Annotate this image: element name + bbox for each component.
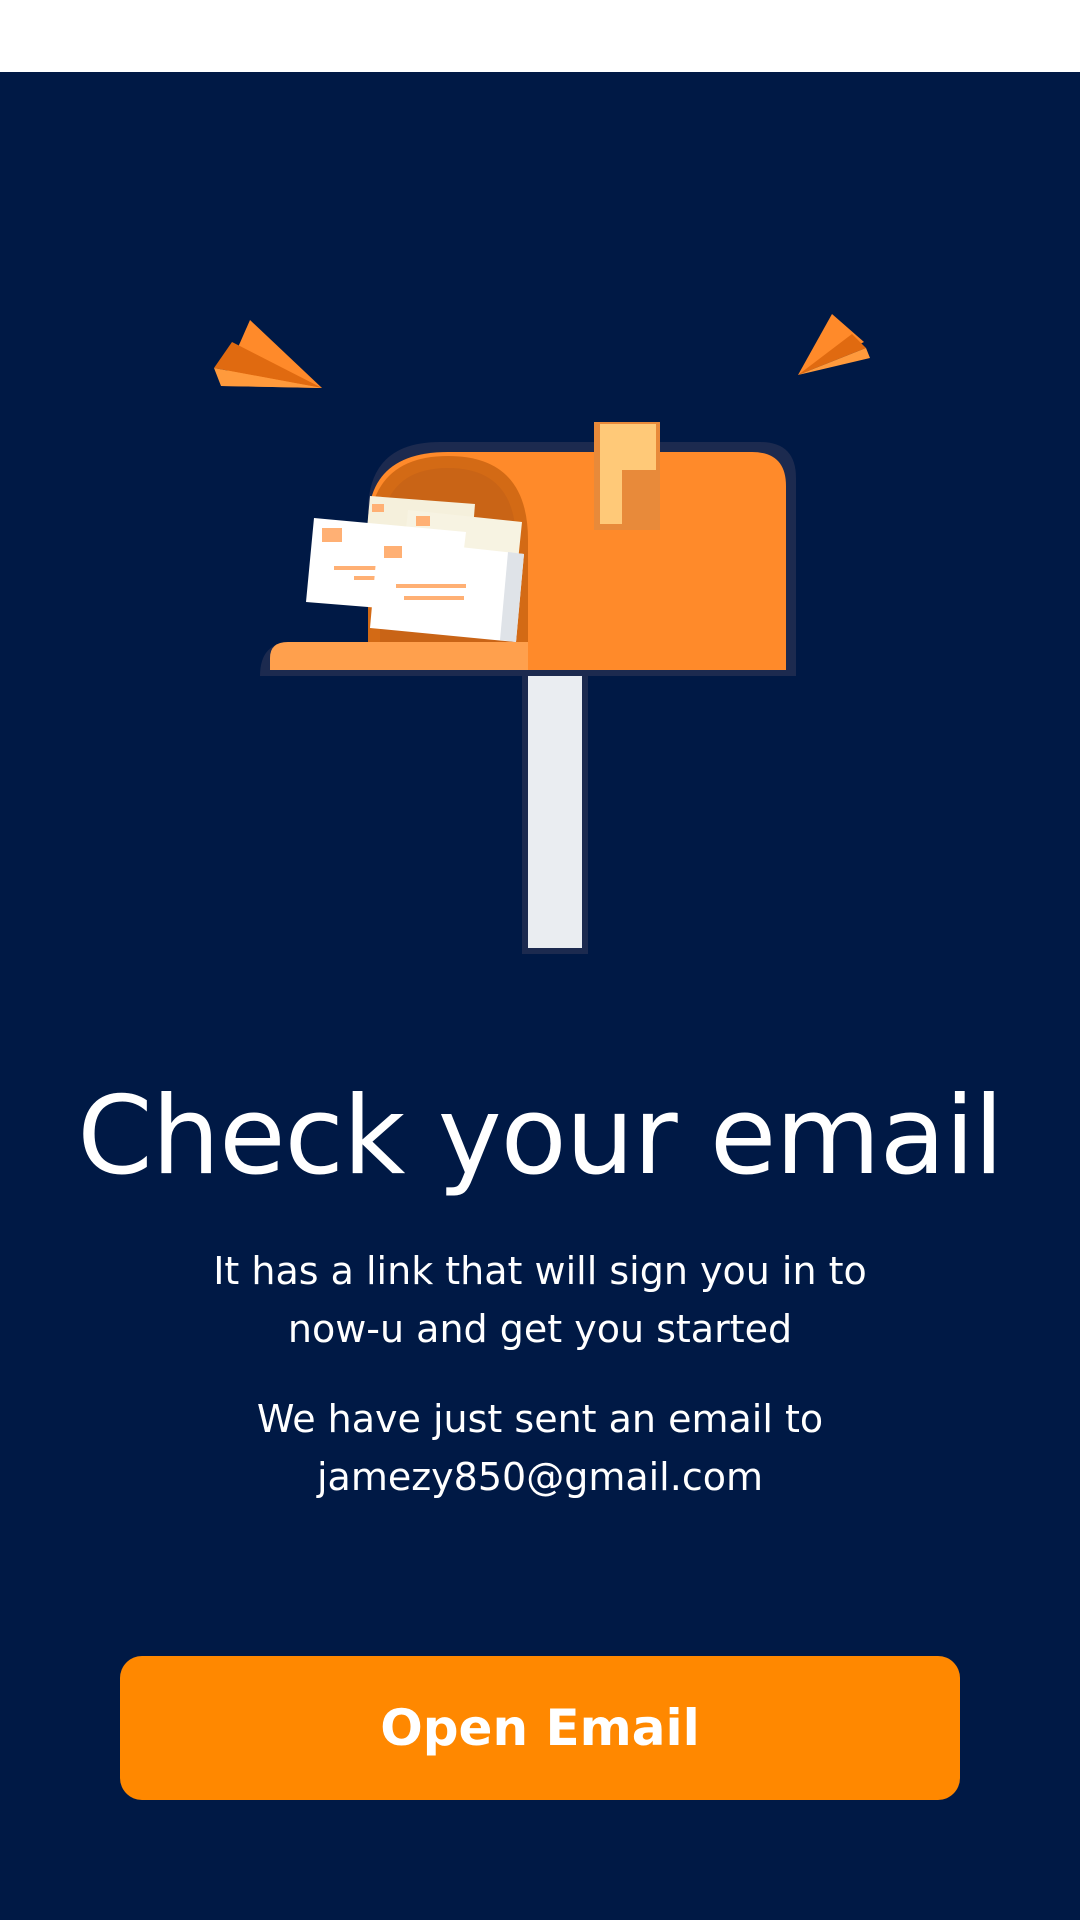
- sent-to-text: We have just sent an email to jamezy850@…: [140, 1390, 940, 1506]
- instruction-text: It has a link that will sign you in to n…: [140, 1242, 940, 1358]
- mailbox-illustration: [214, 314, 870, 954]
- email-address: jamezy850@gmail.com: [317, 1455, 763, 1499]
- open-email-button[interactable]: Open Email: [120, 1656, 960, 1800]
- page-title: Check your email: [77, 1074, 1004, 1199]
- instruction-line: now-u and get you started: [287, 1307, 793, 1351]
- paper-plane-icon: [798, 314, 870, 375]
- mailbox-flag: [594, 422, 660, 530]
- status-bar: [0, 0, 1080, 72]
- sent-to-label: We have just sent an email to: [256, 1397, 824, 1441]
- instruction-line: It has a link that will sign you in to: [213, 1249, 867, 1293]
- paper-plane-icon: [214, 320, 322, 388]
- check-email-screen: Check your email It has a link that will…: [0, 72, 1080, 1920]
